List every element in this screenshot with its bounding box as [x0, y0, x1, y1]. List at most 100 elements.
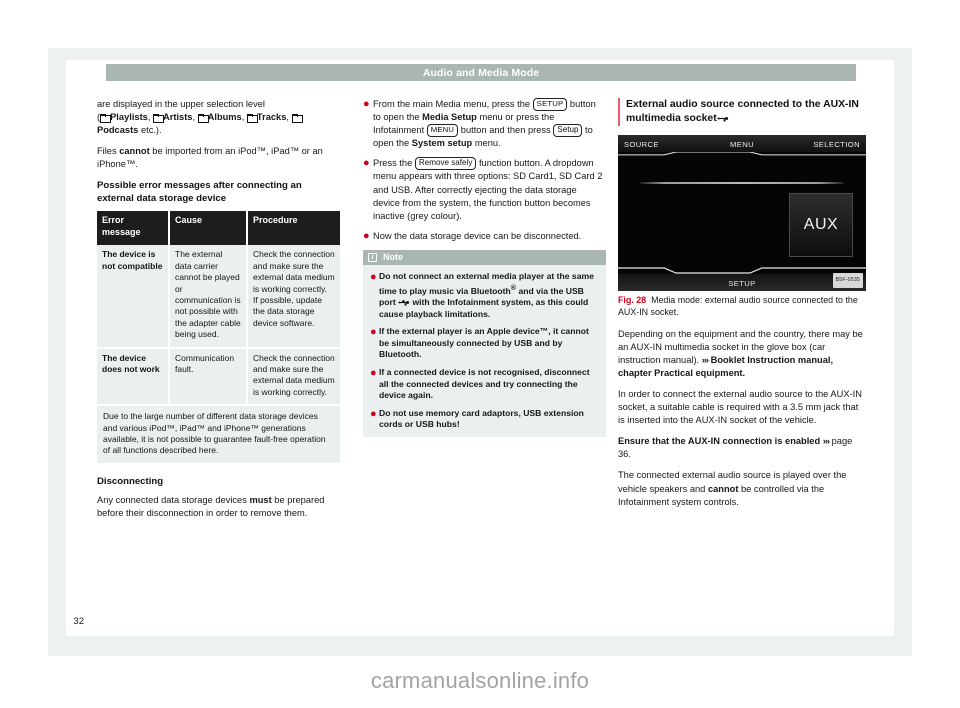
table-cell-message: The device does not work	[97, 347, 170, 407]
note-body: ● Do not connect an external media playe…	[363, 264, 606, 437]
screen-softkey-selection[interactable]: SELECTION	[813, 138, 860, 151]
note-item: ● If the external player is an Apple dev…	[370, 326, 599, 361]
disconnect-text-a: Any connected data storage devices	[97, 494, 250, 505]
bullet1-bold1: Media Setup	[422, 112, 477, 123]
aux-section-heading-text: External audio source connected to the A…	[626, 99, 859, 124]
bullet-icon: ●	[370, 366, 377, 379]
screen-softkey-setup[interactable]: SETUP	[618, 277, 866, 290]
table-header-cause: Cause	[169, 211, 248, 246]
bullet-icon: ●	[370, 270, 377, 283]
table-cell-cause: The external data carrier cannot be play…	[169, 245, 248, 349]
folder-icon	[291, 114, 303, 124]
folder-label-artists: Artists	[163, 112, 193, 123]
table-cell-message: The device is not compatible	[97, 245, 170, 349]
note-header: i Note	[363, 249, 606, 265]
figure-number: Fig. 28	[618, 295, 647, 305]
bullet1-seg6: menu.	[472, 138, 501, 149]
disconnect-text-bold: must	[249, 494, 272, 505]
remove-safely-button[interactable]: Remove safely	[414, 157, 477, 170]
note2-a: If the external player is an Apple devic…	[379, 326, 589, 360]
folder-icon	[246, 114, 258, 124]
figure-caption: Fig. 28 Media mode: external audio sourc…	[618, 291, 866, 319]
bullet-icon: ●	[370, 407, 377, 420]
bullet-icon: ●	[363, 157, 370, 170]
info-icon: i	[368, 252, 377, 262]
intro-suffix: etc.).	[140, 125, 162, 136]
aux-playback-bold: cannot	[707, 483, 739, 494]
screen-top-divider	[618, 152, 866, 156]
column-right: External audio source connected to the A…	[618, 98, 866, 517]
page-number: 32	[73, 616, 84, 627]
note-item: ● If a connected device is not recognise…	[370, 367, 599, 402]
table-cell-procedure: Check the connection and make sure the e…	[247, 347, 340, 407]
screen-bottom-bar: SETUP	[618, 274, 866, 291]
screen-bottom-divider	[618, 267, 866, 274]
menu-softkey[interactable]: MENU	[426, 124, 459, 137]
bullet-icon: ●	[363, 98, 370, 110]
column-left: are displayed in the upper selection lev…	[97, 98, 340, 528]
folder-label-tracks: Tracks	[256, 112, 287, 123]
screen-aux-label: AUX	[803, 216, 839, 234]
table-header-procedure: Procedure	[247, 211, 340, 246]
aux-availability-paragraph: Depending on the equipment and the count…	[618, 328, 866, 380]
note1-c: with the Infotainment system, as this co…	[379, 296, 589, 319]
folder-label-podcasts: Podcasts	[97, 125, 139, 136]
manual-page: Audio and Media Mode 32 are displayed in…	[0, 0, 960, 708]
folder-icon	[100, 114, 112, 124]
screen-aux-tile[interactable]: AUX	[789, 193, 853, 257]
running-head-text: Audio and Media Mode	[422, 66, 540, 79]
aux-cable-paragraph: In order to connect the external audio s…	[618, 388, 862, 426]
error-messages-heading: Possible error messages after connecting…	[97, 180, 302, 205]
bullet1-seg1: From the main Media menu, press the	[373, 99, 533, 109]
folder-label-albums: Albums	[207, 112, 242, 123]
ipod-paragraph: Files cannot be imported from an iPod™, …	[97, 145, 340, 171]
folder-icon	[197, 114, 209, 124]
folder-icon	[153, 114, 165, 124]
folder-label-playlists: Playlists	[110, 112, 148, 123]
figure-caption-text: Media mode: external audio source connec…	[618, 295, 858, 317]
intro-paragraph: are displayed in the upper selection lev…	[97, 98, 340, 137]
setup-button[interactable]: Setup	[553, 124, 583, 137]
screen-progress-line	[640, 182, 844, 184]
note-box: i Note ● Do not connect an external medi…	[363, 249, 606, 437]
intro-line-1: are displayed in the upper selection lev…	[97, 99, 265, 109]
figure-28: SOURCE MENU SELECTION AUX SETUP B5F-0535	[618, 135, 866, 319]
setup-softkey[interactable]: SETUP	[532, 98, 568, 111]
aux-enable-bold: Ensure that the AUX-IN connection is ena…	[618, 436, 821, 447]
table-cell-cause: Communication fault.	[169, 347, 248, 407]
bullet3-seg1: Now the data storage device can be disco…	[373, 230, 582, 241]
table-header-row: Error message Cause Procedure	[97, 211, 340, 246]
table-footnote-row: Due to the large number of different dat…	[97, 405, 340, 465]
table-cell-procedure: Check the connection and make sure the e…	[247, 245, 340, 349]
figure-image-code: B5F-0535	[832, 272, 863, 288]
bullet1-seg4: button and then press	[458, 125, 554, 136]
disconnecting-heading: Disconnecting	[97, 475, 164, 487]
bullet2-seg1: Press the	[373, 158, 415, 169]
ipod-text-bold: cannot	[119, 146, 150, 157]
note3-a: If a connected device is not recognised,…	[379, 366, 590, 401]
running-head: Audio and Media Mode	[106, 64, 856, 81]
watermark: carmanualsonline.info	[370, 668, 590, 693]
bullet-icon: ●	[370, 326, 377, 339]
note-title: Note	[383, 251, 403, 262]
table-footnote: Due to the large number of different dat…	[97, 405, 340, 465]
column-middle: ● From the main Media menu, press the SE…	[363, 98, 606, 437]
bullet-icon: ●	[363, 229, 370, 242]
table-row: The device is not compatible The externa…	[97, 245, 340, 349]
list-item: ● Now the data storage device can be dis…	[363, 230, 606, 243]
table-row: The device does not work Communication f…	[97, 347, 340, 407]
aux-section-heading: External audio source connected to the A…	[618, 98, 866, 126]
note-item: ● Do not use memory card adaptors, USB e…	[370, 408, 599, 431]
note4-a: Do not use memory card adaptors, USB ext…	[379, 407, 584, 430]
note-item: ● Do not connect an external media playe…	[370, 271, 599, 320]
list-item: ● From the main Media menu, press the SE…	[363, 98, 606, 150]
screen-top-bar: SOURCE MENU SELECTION	[618, 135, 866, 152]
error-message-table: Error message Cause Procedure The device…	[97, 211, 340, 465]
infotainment-screen: SOURCE MENU SELECTION AUX SETUP B5F-0535	[618, 135, 866, 291]
usb-icon	[716, 115, 729, 122]
aux-playback-paragraph: The connected external audio source is p…	[618, 469, 866, 508]
ipod-text-a: Files	[97, 146, 120, 157]
usb-icon	[398, 299, 410, 306]
table-header-error-message: Error message	[97, 211, 170, 246]
bullet1-bold2: System setup	[411, 138, 473, 149]
